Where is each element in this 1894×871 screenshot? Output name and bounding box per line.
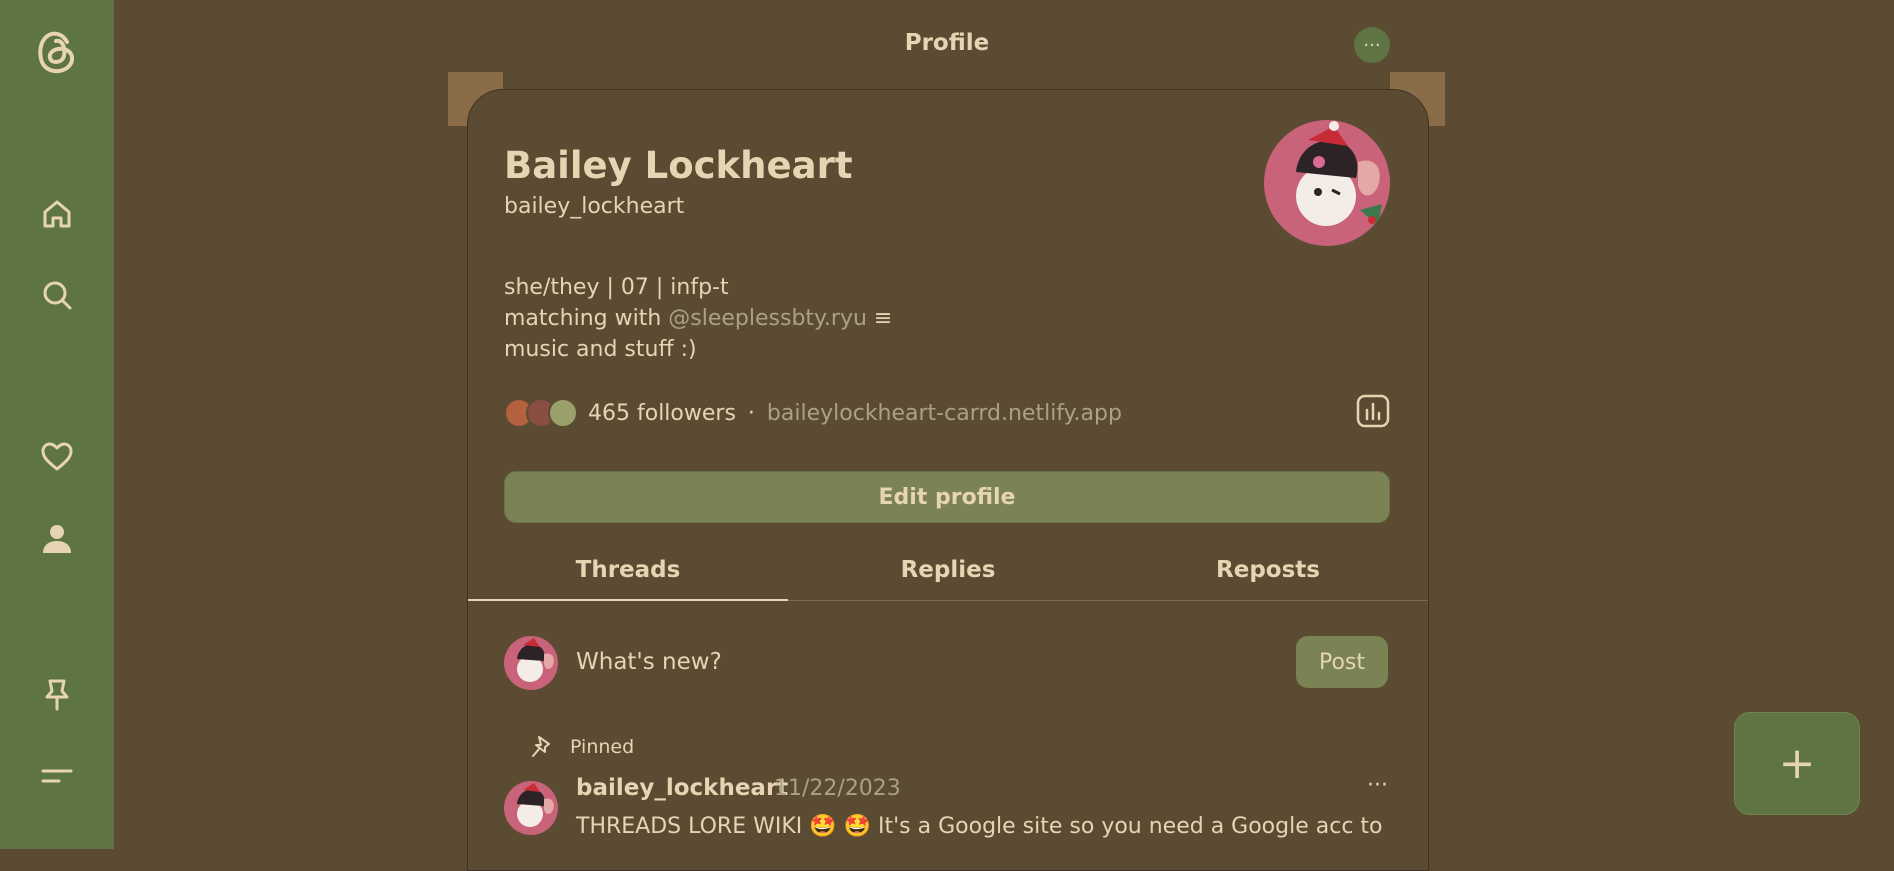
bio-line: music and stuff :) bbox=[504, 337, 697, 362]
avatar[interactable] bbox=[504, 781, 558, 835]
menu-icon[interactable] bbox=[37, 757, 77, 797]
insights-icon[interactable] bbox=[1356, 394, 1390, 428]
threads-logo-icon[interactable] bbox=[33, 26, 81, 76]
composer-input[interactable]: What's new? bbox=[576, 649, 722, 675]
post-text: THREADS LORE WIKI 🤩 🤩 It's a Google site… bbox=[576, 814, 1383, 839]
header-more-button[interactable]: ··· bbox=[1354, 27, 1390, 63]
composer: What's new? Post bbox=[504, 636, 1388, 692]
user-icon[interactable] bbox=[37, 519, 77, 559]
profile-handle: bailey_lockheart bbox=[504, 194, 685, 219]
profile-bio: she/they | 07 | infp-t matching with @sl… bbox=[504, 272, 892, 365]
pinned-indicator: Pinned bbox=[530, 734, 634, 760]
bio-text: ≡ bbox=[866, 306, 893, 331]
post-button[interactable]: Post bbox=[1296, 636, 1388, 688]
search-icon[interactable] bbox=[37, 275, 77, 315]
tab-reposts[interactable]: Reposts bbox=[1108, 540, 1428, 600]
avatar bbox=[504, 636, 558, 690]
bio-line: matching with @sleeplessbty.ryu ≡ bbox=[504, 303, 892, 334]
avatar[interactable] bbox=[1264, 120, 1390, 246]
tab-threads[interactable]: Threads bbox=[468, 540, 788, 601]
followers-count[interactable]: 465 followers bbox=[588, 401, 736, 426]
pinned-label: Pinned bbox=[570, 736, 635, 758]
profile-card: Bailey Lockheart bailey_lockheart she/th… bbox=[467, 89, 1429, 871]
post-date: 11/22/2023 bbox=[774, 776, 901, 801]
separator-dot: · bbox=[747, 400, 755, 426]
profile-tabs: Threads Replies Reposts bbox=[468, 540, 1428, 601]
tab-replies[interactable]: Replies bbox=[788, 540, 1108, 600]
post-more-button[interactable]: ··· bbox=[1367, 773, 1388, 798]
profile-link[interactable]: baileylockheart-carrd.netlify.app bbox=[767, 401, 1122, 426]
bio-mention-link[interactable]: @sleeplessbty.ryu bbox=[668, 306, 867, 331]
edit-profile-button[interactable]: Edit profile bbox=[504, 471, 1390, 523]
follower-avatars[interactable] bbox=[504, 398, 578, 428]
new-thread-button[interactable]: + bbox=[1734, 712, 1860, 815]
heart-icon[interactable] bbox=[37, 437, 77, 477]
bio-text: matching with bbox=[504, 306, 669, 331]
bio-line: she/they | 07 | infp-t bbox=[504, 275, 729, 300]
profile-name: Bailey Lockheart bbox=[504, 144, 853, 187]
followers-row: 465 followers · baileylockheart-carrd.ne… bbox=[504, 395, 1122, 431]
follower-avatar bbox=[548, 398, 578, 428]
post-author[interactable]: bailey_lockheart bbox=[576, 775, 788, 801]
sidebar bbox=[0, 0, 114, 849]
home-icon[interactable] bbox=[37, 194, 77, 234]
pin-icon[interactable] bbox=[37, 675, 77, 715]
page-title: Profile bbox=[904, 30, 990, 56]
pin-icon bbox=[532, 736, 550, 757]
